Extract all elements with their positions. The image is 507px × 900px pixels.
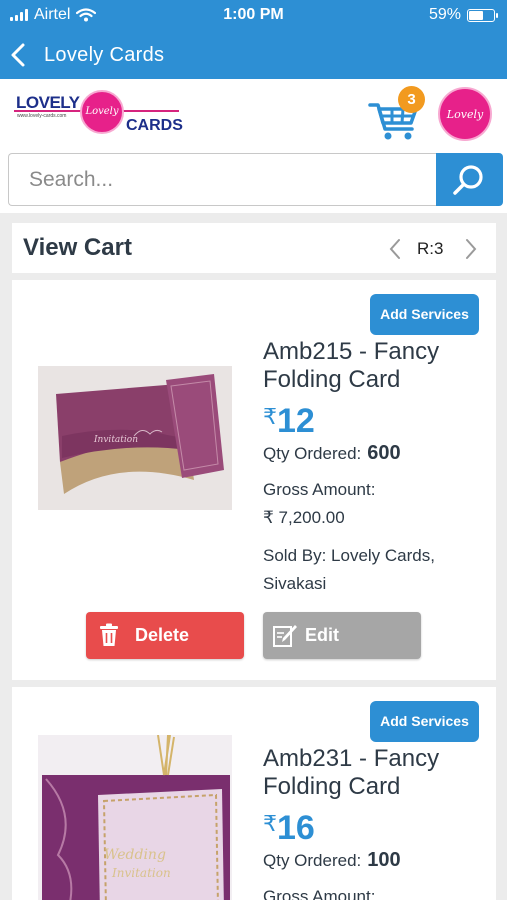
nav-title: Lovely Cards (44, 44, 165, 66)
delete-button[interactable]: Delete (86, 612, 244, 659)
chevron-right-icon[interactable] (464, 237, 478, 261)
product-image[interactable]: Invitation (38, 366, 232, 510)
currency-symbol: ₹ (263, 811, 277, 836)
product-name[interactable]: Amb215 - Fancy Folding Card (263, 338, 483, 394)
logo-emblem: Lovely (80, 90, 124, 134)
price-amount: 16 (277, 809, 315, 847)
edit-icon (273, 625, 297, 647)
svg-text:Wedding: Wedding (104, 847, 166, 863)
sold-by: Sold By: Lovely Cards, Sivakasi (263, 546, 435, 593)
search-button[interactable] (436, 153, 503, 206)
profile-emblem-text: Lovely (446, 108, 484, 121)
search-icon (453, 165, 483, 195)
logo-text-bottom: CARDS (126, 117, 183, 134)
product-price: ₹12 (263, 402, 315, 441)
product-name[interactable]: Amb231 - Fancy Folding Card (263, 745, 483, 801)
product-price: ₹16 (263, 809, 315, 848)
battery-percent: 59% (428, 6, 461, 23)
edit-label: Edit (305, 625, 339, 645)
gross-amount-value: ₹ 7,200.00 (263, 508, 345, 527)
qty-label: Qty Ordered: (263, 851, 362, 870)
currency-symbol: ₹ (263, 404, 277, 429)
chevron-left-icon[interactable] (388, 237, 402, 261)
cart-count-badge: 3 (398, 86, 425, 113)
cart-item: Add Services Wedding Invitation Amb231 -… (12, 687, 496, 900)
trash-icon (100, 623, 118, 646)
add-services-button[interactable]: Add Services (370, 701, 479, 742)
svg-text:Invitation: Invitation (93, 435, 138, 445)
svg-text:Invitation: Invitation (111, 866, 171, 880)
delete-label: Delete (135, 625, 190, 645)
back-icon[interactable] (8, 42, 30, 68)
search-input[interactable] (8, 153, 438, 206)
gross-amount-label: Gross Amount: (263, 480, 376, 499)
qty-ordered: Qty Ordered: 600 (263, 442, 401, 465)
status-bar: Airtel 1:00 PM 59% (0, 0, 507, 32)
qty-value: 100 (367, 849, 401, 871)
search-bar (0, 151, 507, 213)
qty-value: 600 (367, 442, 401, 464)
add-services-button[interactable]: Add Services (370, 294, 479, 335)
cart-item: Add Services Invitation Amb215 - Fancy F… (12, 280, 496, 680)
brand-header: LOVELY www.lovely-cards.com Lovely CARDS… (0, 79, 507, 151)
pager-label: R:3 (417, 239, 444, 258)
profile-logo[interactable]: Lovely (438, 87, 492, 141)
product-image[interactable]: Wedding Invitation (38, 735, 232, 900)
edit-button[interactable]: Edit (263, 612, 421, 659)
lovely-cards-logo[interactable]: LOVELY www.lovely-cards.com Lovely CARDS (14, 90, 183, 140)
battery-icon (467, 8, 498, 22)
logo-url: www.lovely-cards.com (17, 113, 67, 119)
cart-button[interactable]: 3 (368, 86, 425, 143)
status-right: 59% (428, 6, 498, 24)
logo-emblem-text: Lovely (85, 106, 119, 117)
qty-label: Qty Ordered: (263, 444, 362, 463)
gross-amount-label: Gross Amount: (263, 887, 376, 900)
cart-header: View Cart R:3 (12, 223, 496, 273)
nav-bar: Lovely Cards (0, 32, 507, 79)
price-amount: 12 (277, 402, 315, 440)
page-title: View Cart (23, 234, 132, 261)
qty-ordered: Qty Ordered: 100 (263, 849, 401, 872)
